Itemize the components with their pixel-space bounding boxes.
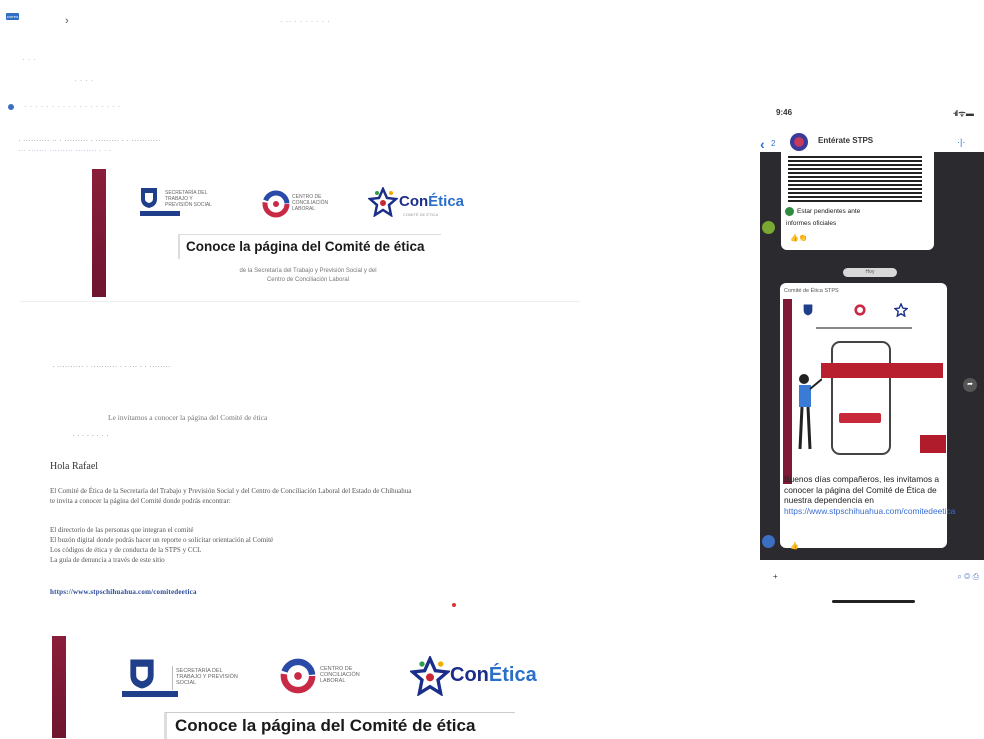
banner-maroon-strip [52, 636, 66, 738]
message-bubble-main[interactable]: Comité de Ética STPS Buenos días compañe… [780, 283, 956, 550]
illustration-button [839, 413, 881, 423]
greeting: Hola Rafael [50, 461, 99, 472]
list-item: La guía de denuncia a través de este sit… [50, 556, 165, 564]
phone-signal-battery-icon: ·ıl ᯤ ▬ [953, 109, 974, 118]
divider [20, 301, 580, 302]
illustration-banner [821, 363, 943, 378]
comite-banner: SECRETARÍA DEL TRABAJO Y PREVISIÓN SOCIA… [92, 169, 498, 297]
body-paragraph-line-1: El Comité de Ética de la Secretaría del … [50, 487, 412, 495]
bubble-text-line-2: informes oficiales [786, 220, 837, 227]
body-faint-line-c: · · · · · · · · [72, 431, 109, 440]
logo-divider [172, 666, 173, 690]
body-faint-line-b: Le invitamos a conocer la página del Com… [108, 413, 268, 422]
body-faint-line-a: · ·········· · ·········· · · ··· · · ··… [52, 362, 171, 371]
banner-subtitle: de la Secretaría del Trabajo y Previsión… [239, 268, 377, 283]
mail-app-tag: correo [6, 13, 19, 20]
ccl-spiral-logo-icon [262, 190, 290, 218]
attach-plus-icon[interactable]: + [773, 572, 778, 581]
banner-logo-row: SECRETARÍA DEL TRABAJO Y PREVISIÓN SOCIA… [140, 184, 480, 224]
conetica-wordmark: ConÉtica [399, 193, 465, 210]
conetica-star-logo-icon [368, 187, 398, 217]
banner-title: Conoce la página del Comité de ética [178, 234, 441, 259]
day-separator: Hoy [843, 268, 897, 277]
sender-avatar[interactable] [762, 535, 775, 548]
body-paragraph-line-2: te invita a conocer la página del Comité… [50, 497, 231, 505]
document-thumbnail[interactable] [788, 156, 922, 204]
conetica-star-logo-icon [894, 303, 908, 317]
stps-shield-icon [803, 304, 813, 316]
sender-avatar[interactable] [762, 221, 775, 234]
comite-page-link[interactable]: https://www.stpschihuahua.com/comitedeet… [50, 588, 197, 596]
header-faint-text: · ·· · · · · · · · [280, 16, 330, 26]
back-chevron-icon[interactable]: ‹ [760, 136, 765, 152]
home-indicator [832, 600, 915, 603]
message-link[interactable]: https://www.stpschihuahua.com/comitedeet… [784, 506, 955, 516]
header-faint-line-4: · · · · · · · · · · · · · · · · · · [24, 101, 121, 111]
message-text: Buenos días compañeros, les invitamos a … [784, 474, 956, 516]
ccl-logo-text: CENTRO DE CONCILIACIÓN LABORAL [292, 194, 329, 212]
header-faint-line-2: · · · [22, 54, 36, 64]
bubble-text-line-1: Estar pendientes ante [797, 208, 861, 215]
sender-line-1: · ·········· ·· · ········· · ········· … [18, 136, 161, 145]
image-title-line [816, 327, 912, 329]
stps-logo-bar [122, 691, 178, 697]
red-marker-dot [452, 603, 456, 607]
input-actions-icon[interactable]: ⌕ ◎ ⎙ [957, 572, 979, 582]
ccl-spiral-logo-icon [280, 658, 316, 694]
list-item: Los códigos de ética y de conducta de la… [50, 546, 202, 554]
phone-status-time: 9:46 [776, 108, 793, 117]
forward-icon[interactable]: ➦ [963, 378, 977, 392]
call-icon[interactable]: ·|· [957, 137, 965, 147]
sender-line-2[interactable]: ··· ······· ········· ········ · · · [18, 146, 111, 155]
status-dot-icon [785, 207, 794, 216]
illustration-phone [831, 341, 891, 455]
chat-avatar[interactable] [790, 133, 808, 151]
unread-dot-icon [8, 104, 14, 110]
banner-maroon-strip [92, 169, 106, 297]
conetica-tagline: COMITÉ DE ÉTICA [403, 212, 439, 217]
illustration-red-box [920, 435, 946, 453]
stps-logo-bar [140, 211, 180, 216]
conetica-wordmark: ConÉtica [450, 664, 537, 686]
message-bubble[interactable]: Estar pendientes ante informes oficiales… [781, 152, 934, 250]
chat-name[interactable]: Entérate STPS [818, 136, 873, 145]
expand-chevron-icon[interactable]: › [65, 15, 69, 27]
image-maroon-strip [783, 299, 792, 484]
banner-title: Conoce la página del Comité de ética [164, 712, 515, 739]
ccl-logo-text: CENTRO DE CONCILIACIÓN LABORAL [320, 666, 360, 684]
reaction-emoji[interactable]: 👍👏 [790, 234, 807, 242]
list-item: El buzón digital donde podrás hacer un r… [50, 536, 274, 544]
stps-shield-icon [130, 659, 154, 689]
bubble-header: Comité de Ética STPS [784, 288, 839, 294]
list-item: El directorio de las personas que integr… [50, 526, 194, 534]
ccl-spiral-logo-icon [854, 304, 866, 316]
conetica-star-logo-icon [410, 656, 450, 696]
back-count[interactable]: 2 [771, 139, 775, 148]
reaction-emoji[interactable]: 👍 [790, 542, 799, 550]
comite-banner-repeat: SECRETARÍA DEL TRABAJO Y PREVISIÓN SOCIA… [52, 636, 537, 739]
stps-logo-text: SECRETARÍA DEL TRABAJO Y PREVISIÓN SOCIA… [176, 668, 238, 686]
header-faint-line-3: · · · · [74, 75, 94, 85]
stps-shield-icon [141, 188, 157, 208]
illustration-person [798, 374, 822, 450]
stps-logo-text: SECRETARÍA DEL TRABAJO Y PREVISIÓN SOCIA… [165, 190, 212, 208]
